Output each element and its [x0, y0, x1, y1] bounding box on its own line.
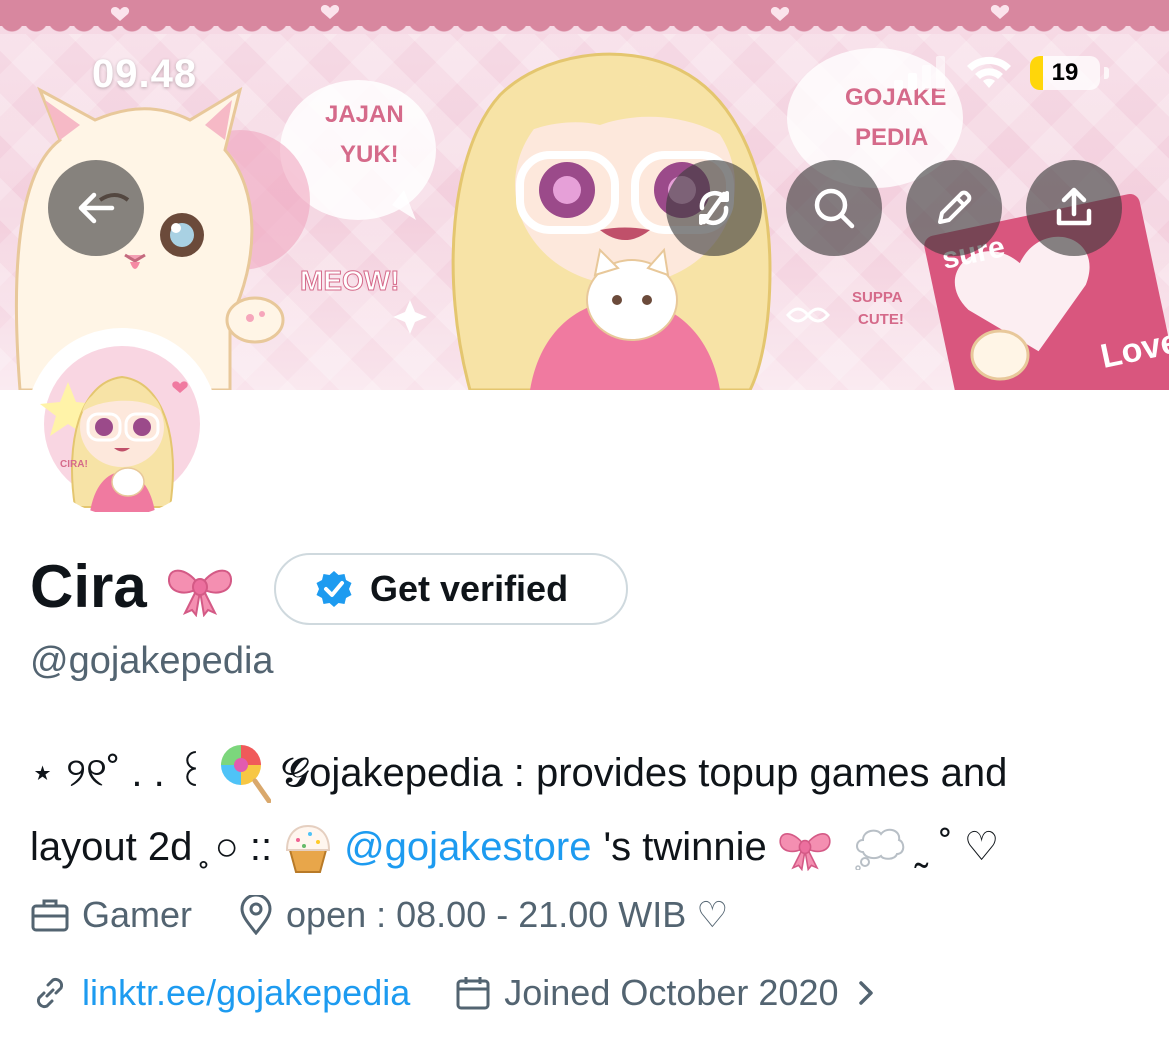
profile-bio: ⋆ ୨୧˚ . . ꒰ 𝓖ojakepedia : provides topup…	[30, 736, 1140, 884]
profile-avatar[interactable]: CIRA!	[26, 328, 218, 520]
edit-button[interactable]	[906, 160, 1002, 256]
share-button[interactable]	[1026, 160, 1122, 256]
banner-text-cute: CUTE!	[858, 311, 904, 328]
joined-item[interactable]: Joined October 2020	[454, 972, 892, 1014]
bio-twinnie-text: 's twinnie	[603, 825, 767, 869]
briefcase-icon	[31, 899, 69, 932]
joined-label: Joined October 2020	[504, 972, 839, 1013]
location-label: open : 08.00 - 21.00 WIB ♡	[286, 894, 729, 935]
location-pin-icon	[240, 895, 272, 935]
thought-balloon-emoji-icon	[855, 828, 904, 870]
battery-tip	[1104, 67, 1109, 79]
bio-description-text: 𝓖ojakepedia : provides topup games and	[281, 751, 1008, 795]
search-icon	[814, 188, 855, 229]
ribbon-emoji-icon	[779, 833, 831, 871]
wifi-icon	[967, 56, 1011, 88]
verified-badge-icon	[316, 571, 352, 607]
sync-off-icon	[699, 190, 729, 226]
get-verified-label: Get verified	[370, 568, 569, 609]
calendar-icon	[456, 977, 490, 1010]
bio-mention-link[interactable]: @gojakestore	[344, 810, 591, 884]
bio-decoration-prefix: ⋆ ୨୧˚ . . ꒰	[30, 751, 208, 795]
get-verified-button[interactable]: Get verified	[274, 553, 628, 625]
status-bar-time: 09.48	[92, 52, 198, 96]
chevron-right-icon	[859, 981, 874, 1005]
ribbon-emoji-icon	[167, 569, 232, 617]
search-button[interactable]	[786, 160, 882, 256]
banner-text-meow: MEOW!	[300, 265, 400, 296]
battery-percentage: 19	[1051, 59, 1079, 86]
hide-retweets-button[interactable]	[666, 160, 762, 256]
arrow-left-icon	[78, 192, 115, 224]
location-item: open : 08.00 - 21.00 WIB ♡	[238, 894, 729, 936]
battery-indicator: 19	[1030, 56, 1100, 90]
banner-text-jajan: JAJAN	[325, 101, 404, 128]
website-item[interactable]: linktr.ee/gojakepedia	[30, 972, 410, 1014]
banner-text-yuk: YUK!	[340, 141, 399, 168]
profile-meta-row-1: Gamer open : 08.00 - 21.00 WIB ♡	[30, 894, 729, 936]
profile-handle: @gojakepedia	[30, 640, 274, 682]
bio-line-2: layout 2d ̥ ○ :: @gojakestore 's twinnie…	[30, 810, 1140, 884]
link-icon	[36, 977, 64, 1009]
back-button[interactable]	[48, 160, 144, 256]
website-link[interactable]: linktr.ee/gojakepedia	[82, 972, 410, 1014]
display-name: Cira	[30, 553, 147, 620]
banner-text-suppa: SUPPA	[852, 289, 903, 306]
lollipop-emoji-icon	[221, 745, 272, 803]
avatar-illustration: CIRA!	[40, 346, 200, 512]
profile-meta-row-2: linktr.ee/gojakepedia Joined October 202…	[30, 972, 892, 1014]
cupcake-emoji-icon	[286, 824, 331, 873]
bio-decoration-suffix: ˷ ˚ ♡	[914, 825, 1000, 869]
pencil-icon	[938, 190, 972, 224]
category-label: Gamer	[82, 894, 193, 935]
banner-text-pedia: PEDIA	[855, 124, 928, 151]
category-item: Gamer	[30, 894, 192, 936]
profile-banner[interactable]: JAJAN YUK! GOJAKE PEDIA MEOW! SUPPA CUTE…	[0, 0, 1169, 390]
cellular-signal-icon	[894, 56, 945, 90]
avatar-text-cira: CIRA!	[60, 459, 88, 470]
status-bar-icons: 19	[894, 56, 1109, 90]
share-icon	[1056, 187, 1092, 226]
profile-name-row: Cira	[30, 552, 235, 621]
bio-layout-text: layout 2d ̥ ○ ::	[30, 825, 273, 869]
bio-line-1: ⋆ ୨୧˚ . . ꒰ 𝓖ojakepedia : provides topup…	[30, 736, 1140, 810]
